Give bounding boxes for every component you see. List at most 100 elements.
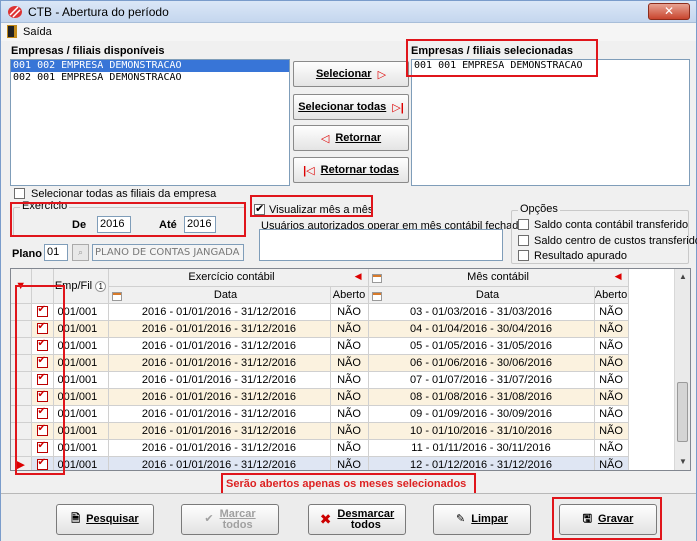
table-row[interactable]: 001/0012016 - 01/01/2016 - 31/12/2016NÃO… bbox=[11, 303, 629, 321]
row-checkbox[interactable] bbox=[36, 440, 48, 454]
header-mes-aberto[interactable]: Aberto bbox=[594, 286, 629, 304]
return-button[interactable]: ◁ Retornar bbox=[293, 125, 409, 151]
cell-mes-data[interactable]: 04 - 01/04/2016 - 30/04/2016 bbox=[368, 320, 595, 338]
cell-mes-data[interactable]: 11 - 01/11/2016 - 30/11/2016 bbox=[368, 439, 595, 457]
selected-list[interactable]: 001 001 EMPRESA DEMONSTRACAO bbox=[411, 59, 690, 186]
table-row[interactable]: 001/0012016 - 01/01/2016 - 31/12/2016 NÃO… bbox=[11, 439, 629, 457]
header-emp[interactable]: Emp/Fil 1 bbox=[53, 269, 109, 304]
collapse-arrow-icon[interactable]: ◀ bbox=[615, 271, 627, 282]
scroll-down-icon[interactable]: ▼ bbox=[675, 454, 690, 470]
row-checkbox[interactable] bbox=[36, 406, 48, 420]
cell-ex-aberto[interactable]: NÃO bbox=[330, 337, 369, 355]
cell-emp[interactable]: 001/001 bbox=[53, 337, 109, 355]
row-checkbox[interactable] bbox=[36, 457, 48, 470]
cell-ex-aberto[interactable]: NÃO bbox=[330, 456, 369, 470]
table-row[interactable]: 001/0012016 - 01/01/2016 - 31/12/2016NÃO… bbox=[11, 405, 629, 423]
row-checkbox-cell[interactable] bbox=[31, 439, 54, 457]
marcar-todos-button[interactable]: ✔ Marcar todos bbox=[181, 504, 279, 535]
plano-code-input[interactable]: 01 bbox=[44, 244, 68, 261]
cell-ex-data[interactable]: 2016 - 01/01/2016 - 31/12/2016 bbox=[108, 303, 331, 321]
cell-mes-aberto[interactable]: NÃO bbox=[594, 405, 629, 423]
cell-ex-aberto[interactable]: NÃO bbox=[330, 422, 369, 440]
cell-ex-aberto[interactable]: NÃO bbox=[330, 303, 369, 321]
row-checkbox-cell[interactable] bbox=[31, 303, 54, 321]
row-checkbox-cell[interactable] bbox=[31, 337, 54, 355]
cell-mes-aberto[interactable]: NÃO bbox=[594, 439, 629, 457]
cell-mes-aberto[interactable]: NÃO bbox=[594, 320, 629, 338]
row-checkbox[interactable] bbox=[36, 423, 48, 437]
row-checkbox-cell[interactable] bbox=[31, 320, 54, 338]
cell-mes-data[interactable]: 03 - 01/03/2016 - 31/03/2016 bbox=[368, 303, 595, 321]
cell-mes-aberto[interactable]: NÃO bbox=[594, 388, 629, 406]
cell-emp[interactable]: 001/001 bbox=[53, 422, 109, 440]
cell-mes-data[interactable]: 10 - 01/10/2016 - 31/10/2016 bbox=[368, 422, 595, 440]
table-row[interactable]: ▶001/0012016 - 01/01/2016 - 31/12/2016NÃ… bbox=[11, 456, 629, 470]
grid-scrollbar[interactable]: ▲ ▼ bbox=[674, 269, 690, 470]
cell-ex-data[interactable]: 2016 - 01/01/2016 - 31/12/2016 bbox=[108, 439, 331, 457]
table-row[interactable]: 001/0012016 - 01/01/2016 - 31/12/2016NÃO… bbox=[11, 320, 629, 338]
cell-mes-data[interactable]: 09 - 01/09/2016 - 30/09/2016 bbox=[368, 405, 595, 423]
row-checkbox-cell[interactable] bbox=[31, 354, 54, 372]
row-checkbox[interactable] bbox=[36, 389, 48, 403]
list-item[interactable]: 001 001 EMPRESA DEMONSTRACAO bbox=[412, 60, 689, 72]
table-row[interactable]: 001/0012016 - 01/01/2016 - 31/12/2016NÃO… bbox=[11, 371, 629, 389]
table-row[interactable]: 001/0012016 - 01/01/2016 - 31/12/2016NÃO… bbox=[11, 422, 629, 440]
cell-mes-data[interactable]: 12 - 01/12/2016 - 31/12/2016 bbox=[368, 456, 595, 470]
table-row[interactable]: 001/0012016 - 01/01/2016 - 31/12/2016NÃO… bbox=[11, 388, 629, 406]
available-list[interactable]: 001 002 EMPRESA DEMONSTRACAO 002 001 EMP… bbox=[10, 59, 290, 186]
cell-mes-data[interactable]: 07 - 01/07/2016 - 31/07/2016 bbox=[368, 371, 595, 389]
gravar-button[interactable]: 🖫 Gravar bbox=[559, 504, 657, 535]
cell-ex-data[interactable]: 2016 - 01/01/2016 - 31/12/2016 bbox=[108, 422, 331, 440]
row-checkbox-cell[interactable] bbox=[31, 388, 54, 406]
cell-emp[interactable]: 001/001 bbox=[53, 354, 109, 372]
row-checkbox-cell[interactable] bbox=[31, 456, 54, 470]
cell-emp[interactable]: 001/001 bbox=[53, 456, 109, 470]
cell-emp[interactable]: 001/001 bbox=[53, 439, 109, 457]
cell-mes-aberto[interactable]: NÃO bbox=[594, 456, 629, 470]
cell-mes-data[interactable]: 08 - 01/08/2016 - 31/08/2016 bbox=[368, 388, 595, 406]
cell-mes-aberto[interactable]: NÃO bbox=[594, 371, 629, 389]
cell-ex-aberto[interactable]: NÃO bbox=[330, 320, 369, 338]
cell-ex-aberto[interactable]: NÃO bbox=[330, 354, 369, 372]
cell-mes-data[interactable]: 06 - 01/06/2016 - 30/06/2016 bbox=[368, 354, 595, 372]
cell-ex-aberto[interactable]: NÃO bbox=[330, 405, 369, 423]
cell-mes-data[interactable]: 05 - 01/05/2016 - 31/05/2016 bbox=[368, 337, 595, 355]
cell-ex-data[interactable]: 2016 - 01/01/2016 - 31/12/2016 bbox=[108, 320, 331, 338]
row-checkbox[interactable] bbox=[36, 321, 48, 335]
cell-ex-data[interactable]: 2016 - 01/01/2016 - 31/12/2016 bbox=[108, 405, 331, 423]
binoculars-search-icon[interactable]: ⌕ bbox=[72, 244, 89, 261]
cell-emp[interactable]: 001/001 bbox=[53, 405, 109, 423]
opcao-centro-checkbox[interactable] bbox=[518, 235, 529, 246]
scroll-thumb[interactable] bbox=[677, 382, 688, 442]
row-checkbox[interactable] bbox=[36, 338, 48, 352]
table-row[interactable]: 001/0012016 - 01/01/2016 - 31/12/2016NÃO… bbox=[11, 354, 629, 372]
cell-ex-aberto[interactable]: NÃO bbox=[330, 388, 369, 406]
cell-mes-aberto[interactable]: NÃO bbox=[594, 303, 629, 321]
return-all-button[interactable]: |◁ Retornar todas bbox=[293, 157, 409, 183]
cell-emp[interactable]: 001/001 bbox=[53, 371, 109, 389]
table-row[interactable]: 001/0012016 - 01/01/2016 - 31/12/2016NÃO… bbox=[11, 337, 629, 355]
cell-mes-aberto[interactable]: NÃO bbox=[594, 422, 629, 440]
usuarios-field[interactable] bbox=[259, 229, 503, 261]
list-item[interactable]: 002 001 EMPRESA DEMONSTRACAO bbox=[11, 72, 289, 84]
limpar-button[interactable]: ✎ Limpar bbox=[433, 504, 531, 535]
opcao-resultado-checkbox[interactable] bbox=[518, 250, 529, 261]
collapse-arrow-icon[interactable]: ◀ bbox=[355, 271, 367, 282]
de-year-input[interactable]: 2016 bbox=[97, 216, 131, 233]
row-checkbox[interactable] bbox=[36, 304, 48, 318]
cell-ex-data[interactable]: 2016 - 01/01/2016 - 31/12/2016 bbox=[108, 354, 331, 372]
header-mes-data[interactable]: Data bbox=[368, 286, 595, 304]
select-button[interactable]: Selecionar ▷ bbox=[293, 61, 409, 87]
menu-saida[interactable]: Saída bbox=[23, 26, 52, 38]
cell-ex-data[interactable]: 2016 - 01/01/2016 - 31/12/2016 bbox=[108, 337, 331, 355]
cell-emp[interactable]: 001/001 bbox=[53, 320, 109, 338]
desmarcar-todos-button[interactable]: ✖ Desmarcar todos bbox=[308, 504, 406, 535]
header-ex-data[interactable]: Data bbox=[108, 286, 331, 304]
scroll-up-icon[interactable]: ▲ bbox=[675, 269, 690, 285]
row-checkbox-cell[interactable] bbox=[31, 371, 54, 389]
cell-ex-aberto[interactable]: NÃO bbox=[330, 371, 369, 389]
cell-mes-aberto[interactable]: NÃO bbox=[594, 354, 629, 372]
close-button[interactable]: ✕ bbox=[648, 3, 690, 20]
row-checkbox[interactable] bbox=[36, 355, 48, 369]
opcao-conta-checkbox[interactable] bbox=[518, 219, 529, 230]
